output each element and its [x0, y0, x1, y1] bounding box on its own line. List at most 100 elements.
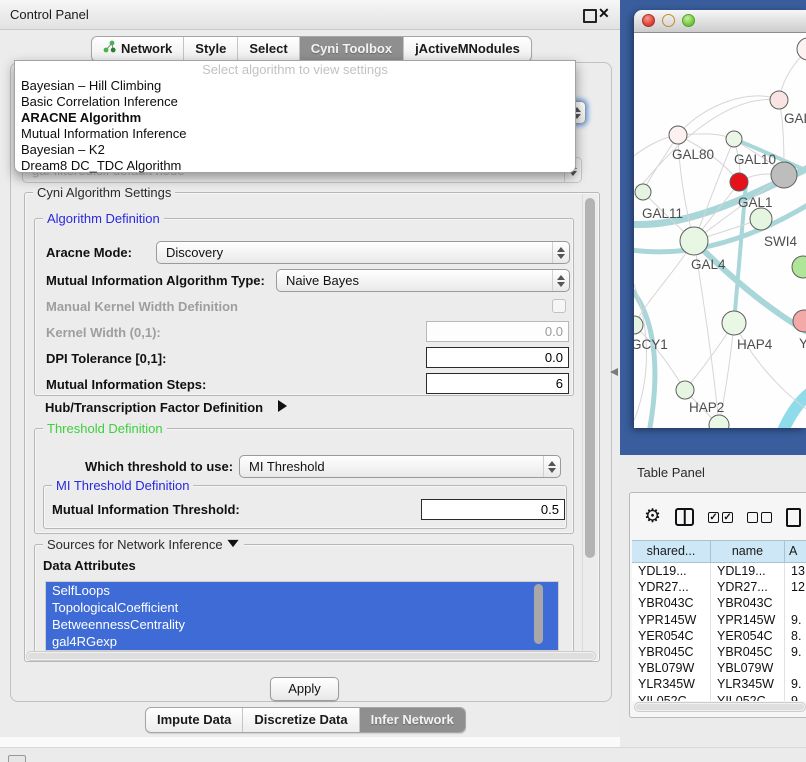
table-cell: YLR345W — [711, 676, 785, 692]
bottom-tab-infer-network[interactable]: Infer Network — [359, 708, 465, 732]
network-node[interactable] — [722, 311, 746, 335]
network-edge[interactable] — [782, 381, 806, 428]
close-traffic-light-icon[interactable] — [642, 14, 655, 27]
tab-jactivemnodules[interactable]: jActiveMNodules — [403, 37, 531, 61]
table-row[interactable]: YDL19...YDL19...13 — [632, 563, 806, 579]
network-edge[interactable] — [634, 278, 655, 428]
bottom-tab-discretize-data[interactable]: Discretize Data — [242, 708, 358, 732]
bottom-tab-impute-data[interactable]: Impute Data — [146, 708, 242, 732]
which-threshold-value: MI Threshold — [240, 456, 543, 477]
network-node[interactable] — [793, 310, 806, 332]
apply-button[interactable]: Apply — [270, 677, 339, 701]
algorithm-option[interactable]: Mutual Information Inference — [15, 126, 575, 142]
network-node[interactable] — [709, 415, 729, 428]
node-label: GAL80 — [672, 147, 714, 162]
network-edge[interactable] — [694, 241, 806, 338]
column-header-2[interactable]: name — [711, 540, 785, 563]
unchecked-boxes-icon[interactable] — [747, 512, 772, 523]
network-node[interactable] — [669, 126, 687, 144]
settings-hscrollbar[interactable] — [26, 651, 596, 661]
tab-label: Network — [121, 37, 172, 61]
mi-threshold-field[interactable]: 0.5 — [421, 499, 565, 520]
minimize-traffic-light-icon[interactable] — [662, 14, 675, 27]
float-window-icon[interactable] — [583, 9, 597, 23]
manual-kernel-checkbox[interactable] — [552, 299, 566, 313]
algorithm-dropdown-popup: Select algorithm to view settings Bayesi… — [14, 60, 576, 173]
column-header-1[interactable]: shared... — [632, 540, 711, 563]
control-panel: Control Panel ✕ Network Style Select Cyni T… — [0, 0, 620, 737]
table-cell: YDL19... — [632, 563, 711, 579]
algorithm-option[interactable]: Basic Correlation Inference — [15, 94, 575, 110]
table-row[interactable]: YER054CYER054C8. — [632, 628, 806, 644]
close-icon[interactable]: ✕ — [598, 5, 610, 22]
table-cell — [785, 660, 806, 676]
tab-style[interactable]: Style — [183, 37, 237, 61]
aracne-mode-combobox[interactable]: Discovery — [156, 241, 570, 264]
mi-type-combobox[interactable]: Naive Bayes — [276, 269, 570, 292]
aracne-mode-label: Aracne Mode: — [46, 245, 132, 260]
tab-network[interactable]: Network — [92, 37, 183, 61]
collapsed-panel-icon[interactable] — [8, 755, 26, 762]
table-cell: 9. — [785, 612, 806, 628]
node-label: Y — [799, 336, 806, 351]
network-canvas[interactable]: GALGAL80GAL10GAL1GAL11SWI4GAL4GCY1HAP4YH… — [634, 33, 806, 428]
network-window-titlebar[interactable] — [634, 10, 806, 33]
gear-icon[interactable]: ⚙ — [644, 507, 661, 527]
algorithm-option[interactable]: ARACNE Algorithm — [15, 110, 575, 126]
table-row[interactable]: YDR27...YDR27...12 — [632, 579, 806, 595]
control-panel-titlebar[interactable]: Control Panel — [0, 0, 620, 30]
kernel-width-field[interactable]: 0.0 — [426, 321, 569, 342]
network-node[interactable] — [726, 131, 742, 147]
document-icon[interactable] — [786, 508, 801, 527]
data-attributes-list[interactable]: SelfLoopsTopologicalCoefficientBetweenne… — [45, 581, 559, 651]
split-columns-icon[interactable] — [675, 508, 694, 526]
table-row[interactable]: YPR145WYPR145W9. — [632, 612, 806, 628]
attribute-list-item[interactable]: BetweennessCentrality — [46, 616, 558, 633]
attribute-list-item[interactable]: TopologicalCoefficient — [46, 599, 558, 616]
table-row[interactable]: YBR043CYBR043C — [632, 595, 806, 611]
attribute-list-item[interactable]: gal4RGexp — [46, 633, 558, 650]
network-node[interactable] — [634, 316, 643, 334]
tab-cyni-toolbox[interactable]: Cyni Toolbox — [299, 37, 403, 61]
attribute-list-item[interactable]: SelfLoops — [46, 582, 558, 599]
algorithm-option[interactable]: Bayesian – Hill Climbing — [15, 78, 575, 94]
table-row[interactable]: YBL079WYBL079W — [632, 660, 806, 676]
algorithm-option[interactable]: Bayesian – K2 — [15, 142, 575, 158]
table-cell — [785, 595, 806, 611]
network-node[interactable] — [730, 173, 748, 191]
tab-select[interactable]: Select — [237, 37, 298, 61]
network-node[interactable] — [750, 208, 772, 230]
table-panel: Table Panel ⚙ ✓✓ shared...nameA YDL19...… — [620, 455, 806, 747]
network-node[interactable] — [770, 91, 788, 109]
attribute-list-scrollbar[interactable] — [534, 584, 543, 644]
which-threshold-combobox[interactable]: MI Threshold — [239, 455, 561, 478]
network-edge[interactable] — [634, 325, 685, 390]
mouse-cursor-icon — [610, 368, 618, 376]
hub-definition-label[interactable]: Hub/Transcription Factor Definition — [45, 400, 263, 415]
table-row[interactable]: YLR345WYLR345W9. — [632, 676, 806, 692]
table-row[interactable]: YBR045CYBR045C9. — [632, 644, 806, 660]
network-node[interactable] — [635, 184, 651, 200]
network-node[interactable] — [676, 381, 694, 399]
network-node[interactable] — [680, 227, 708, 255]
expand-right-icon[interactable] — [278, 400, 287, 412]
mi-type-label: Mutual Information Algorithm Type: — [46, 273, 265, 288]
data-attributes-label: Data Attributes — [43, 558, 136, 573]
network-edge[interactable] — [678, 96, 779, 135]
zoom-traffic-light-icon[interactable] — [682, 14, 695, 27]
algorithm-option[interactable]: Dream8 DC_TDC Algorithm — [15, 158, 575, 174]
tab-label: Discretize Data — [254, 708, 347, 732]
column-header-3[interactable]: A — [785, 540, 806, 563]
checked-boxes-icon[interactable]: ✓✓ — [708, 512, 733, 523]
table-row[interactable]: YIL052CYIL052C9. — [632, 693, 806, 702]
tab-label: Select — [249, 37, 287, 61]
collapse-down-icon[interactable] — [228, 540, 239, 547]
mi-steps-field[interactable]: 6 — [426, 373, 569, 394]
dpi-tolerance-label: DPI Tolerance [0,1]: — [46, 351, 166, 366]
settings-scrollbar[interactable] — [582, 194, 597, 658]
network-node[interactable] — [792, 256, 806, 278]
table-hscrollbar[interactable] — [634, 702, 806, 712]
dpi-tolerance-field[interactable]: 0.0 — [426, 347, 569, 368]
table-header: shared...nameA — [632, 540, 806, 563]
network-node[interactable] — [797, 38, 806, 60]
